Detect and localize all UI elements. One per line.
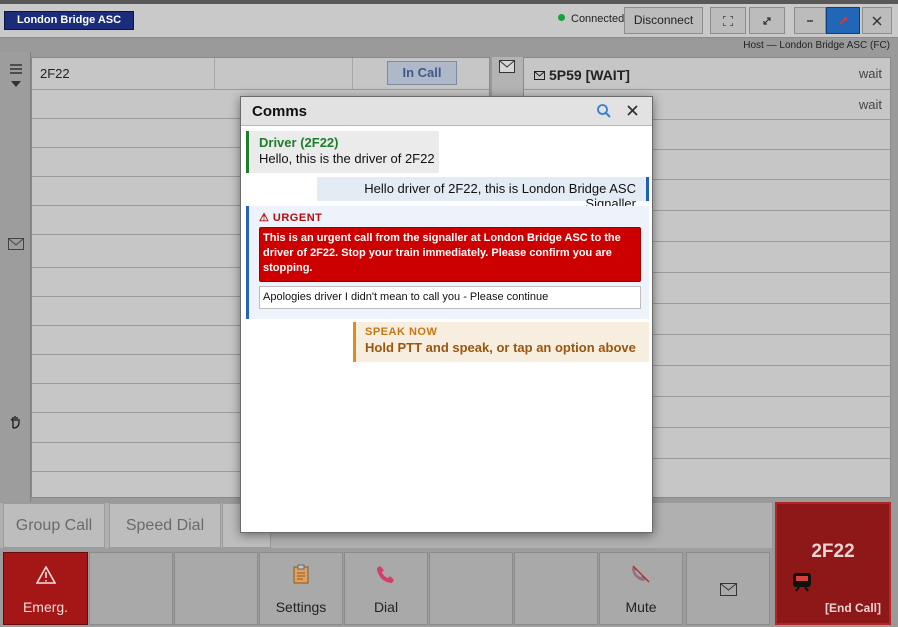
wait-status: wait [858,66,882,81]
status-dot-icon [558,14,565,21]
menu-button[interactable] [0,62,31,88]
close-window-icon [872,16,882,26]
location-badge: London Bridge ASC [4,11,135,30]
urgent-message-text: This is an urgent call from the signalle… [259,227,641,282]
close-window-button[interactable] [862,7,892,34]
search-icon[interactable] [596,103,612,119]
mute-icon [600,561,682,595]
urgent-response-option[interactable]: Apologies driver I didn't mean to call y… [259,286,641,309]
message-button[interactable] [0,237,31,253]
signaller-message: Hello driver of 2F22, this is London Bri… [317,177,649,211]
left-tool-panel [0,52,31,502]
mute-label: Mute [625,599,657,615]
emergency-label: Emerg. [22,599,69,615]
active-call-train-id: 2F22 [811,541,855,562]
fullscreen-button[interactable] [710,7,746,34]
mute-button[interactable]: Mute [599,552,683,625]
speak-now-prompt: SPEAK NOW Hold PTT and speak, or tap an … [353,322,649,362]
emergency-button[interactable]: Emerg. [3,552,88,625]
hand-icon [10,416,20,429]
mail-icon [499,60,515,73]
fullscreen-icon [722,15,734,27]
minimize-button[interactable] [794,7,826,34]
speak-now-label: SPEAK NOW [365,326,438,338]
empty-slot-button[interactable] [514,552,598,625]
comms-header: Comms [241,97,652,126]
waiting-train-title[interactable]: 5P59 [WAIT] [534,67,630,83]
warning-icon [4,561,87,595]
pin-icon [839,17,847,25]
grid-line [32,89,489,90]
close-icon [627,105,638,116]
urgent-label: ⚠ URGENT [259,212,323,224]
clipboard-icon [260,561,342,595]
grid1-cell [215,58,353,89]
settings-label: Settings [275,599,327,615]
dial-button[interactable]: Dial [344,552,428,625]
comms-title: Comms [252,103,308,120]
mail-icon [7,238,24,250]
in-call-button[interactable]: In Call [387,61,457,85]
end-call-button[interactable]: [End Call] [825,601,881,615]
hamburger-icon [9,64,22,74]
driver-message-text: Hello, this is the driver of 2F22 [259,151,435,166]
train-icon [793,573,811,592]
empty-slot-button[interactable] [429,552,513,625]
mail-button[interactable] [499,60,515,76]
connection-status-label: Connected [571,13,625,25]
mail-icon [534,71,545,80]
hand-button[interactable] [0,415,31,432]
driver-message: Driver (2F22) Hello, this is the driver … [246,131,439,173]
top-edge-strip [0,0,898,4]
grid-line [524,89,890,90]
comms-dialog: Comms Driver (2F22) Hello, this is the d… [240,96,653,533]
expand-button[interactable] [749,7,785,34]
empty-slot-button[interactable] [174,552,258,625]
urgent-message: ⚠ URGENT This is an urgent call from the… [246,206,649,319]
pin-button[interactable] [826,7,860,34]
messages-button[interactable] [686,552,770,625]
bottom-action-bar: Emerg. Settings Dial Mute [0,548,772,627]
active-call-panel[interactable]: 2F22 [End Call] [775,502,891,625]
mail-icon [687,573,769,607]
train-id-cell[interactable]: 2F22 [40,66,70,81]
dial-label: Dial [373,599,399,615]
phone-icon [345,561,427,595]
connection-status: Connected [558,13,624,25]
tab-group-call[interactable]: Group Call [3,503,105,548]
tab-speed-dial[interactable]: Speed Dial [109,503,221,548]
wait-status: wait [858,97,882,112]
close-dialog-button[interactable] [627,101,638,119]
chevron-down-icon [10,81,21,87]
speak-now-text: Hold PTT and speak, or tap an option abo… [365,340,636,355]
top-bar: London Bridge ASC Connected Disconnect [0,0,898,38]
expand-icon [763,17,771,25]
settings-button[interactable]: Settings [259,552,343,625]
empty-slot-button[interactable] [89,552,173,625]
minimize-icon [807,20,813,22]
driver-name: Driver (2F22) [259,135,339,150]
waiting-train-label: 5P59 [WAIT] [549,67,630,83]
disconnect-button[interactable]: Disconnect [624,7,703,34]
host-label: Host — London Bridge ASC (FC) [743,40,890,51]
